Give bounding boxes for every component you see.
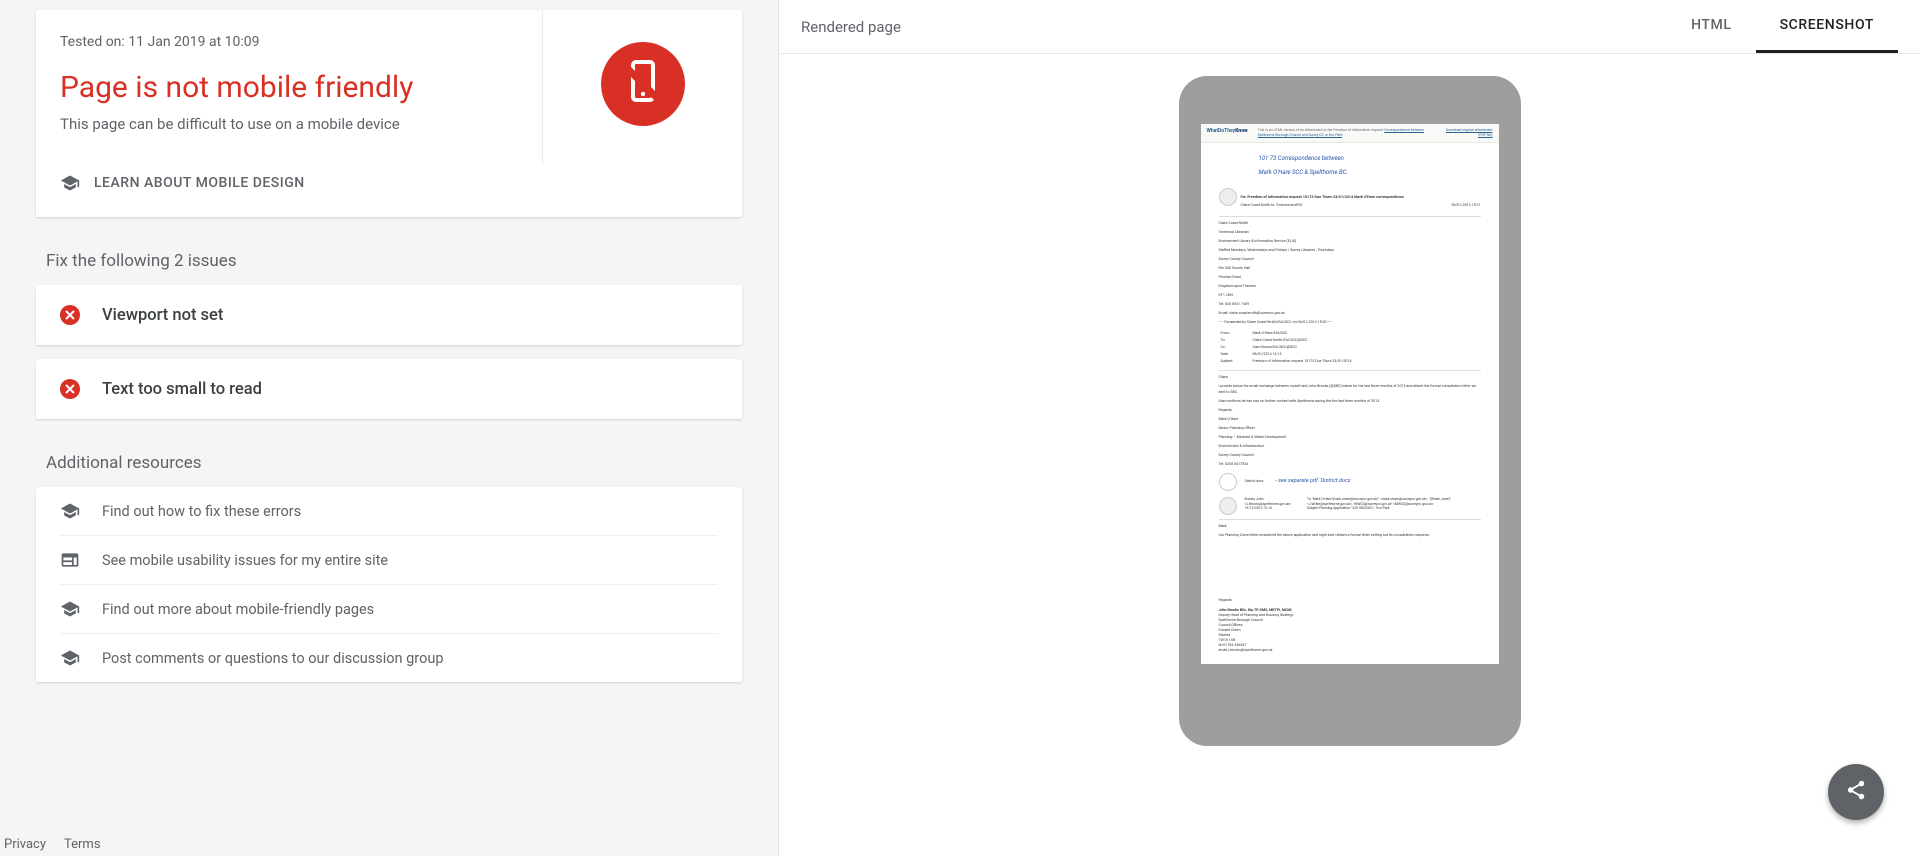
share-icon	[1845, 779, 1867, 805]
additional-resources-card: Find out how to fix these errors See mob…	[36, 487, 742, 682]
phone-frame: WhatDoTheyKnow This is an HTML version o…	[1179, 76, 1521, 746]
resource-discussion-group[interactable]: Post comments or questions to our discus…	[60, 634, 718, 682]
resource-label: Find out more about mobile-friendly page…	[102, 601, 374, 618]
resource-label: Post comments or questions to our discus…	[102, 650, 443, 667]
tested-on-text: Tested on: 11 Jan 2019 at 10:09	[60, 34, 542, 50]
resource-label: See mobile usability issues for my entir…	[102, 552, 388, 569]
learn-mobile-design-label: LEARN ABOUT MOBILE DESIGN	[94, 175, 305, 191]
fix-issues-header: Fix the following 2 issues	[46, 251, 732, 271]
resource-mobile-friendly-pages[interactable]: Find out more about mobile-friendly page…	[60, 585, 718, 634]
web-icon	[60, 550, 80, 570]
result-title: Page is not mobile friendly	[60, 70, 542, 105]
result-subtitle: This page can be difficult to use on a m…	[60, 115, 542, 133]
footer-links: Privacy Terms	[4, 837, 101, 852]
issue-viewport-not-set[interactable]: Viewport not set	[36, 285, 742, 345]
additional-resources-header: Additional resources	[46, 453, 732, 473]
resource-label: Find out how to fix these errors	[102, 503, 301, 520]
issue-text-too-small[interactable]: Text too small to read	[36, 359, 742, 419]
error-icon	[60, 379, 80, 399]
terms-link[interactable]: Terms	[64, 837, 101, 852]
rendered-page-title: Rendered page	[801, 18, 901, 36]
issue-title: Viewport not set	[102, 306, 223, 325]
phone-screen: WhatDoTheyKnow This is an HTML version o…	[1201, 124, 1499, 664]
school-icon	[60, 648, 80, 668]
school-icon	[60, 501, 80, 521]
school-icon	[60, 599, 80, 619]
not-mobile-friendly-icon	[601, 42, 685, 130]
preview-area: WhatDoTheyKnow This is an HTML version o…	[779, 54, 1920, 856]
school-icon	[60, 173, 80, 193]
rendered-header: Rendered page HTML SCREENSHOT	[779, 0, 1920, 54]
tab-html[interactable]: HTML	[1667, 0, 1755, 53]
resource-fix-errors[interactable]: Find out how to fix these errors	[60, 487, 718, 536]
share-button[interactable]	[1828, 764, 1884, 820]
resource-mobile-usability[interactable]: See mobile usability issues for my entir…	[60, 536, 718, 585]
result-card: Tested on: 11 Jan 2019 at 10:09 Page is …	[36, 10, 742, 217]
error-icon	[60, 305, 80, 325]
issue-title: Text too small to read	[102, 380, 262, 399]
privacy-link[interactable]: Privacy	[4, 837, 46, 852]
tab-screenshot[interactable]: SCREENSHOT	[1756, 0, 1898, 53]
learn-mobile-design-link[interactable]: LEARN ABOUT MOBILE DESIGN	[60, 165, 718, 193]
